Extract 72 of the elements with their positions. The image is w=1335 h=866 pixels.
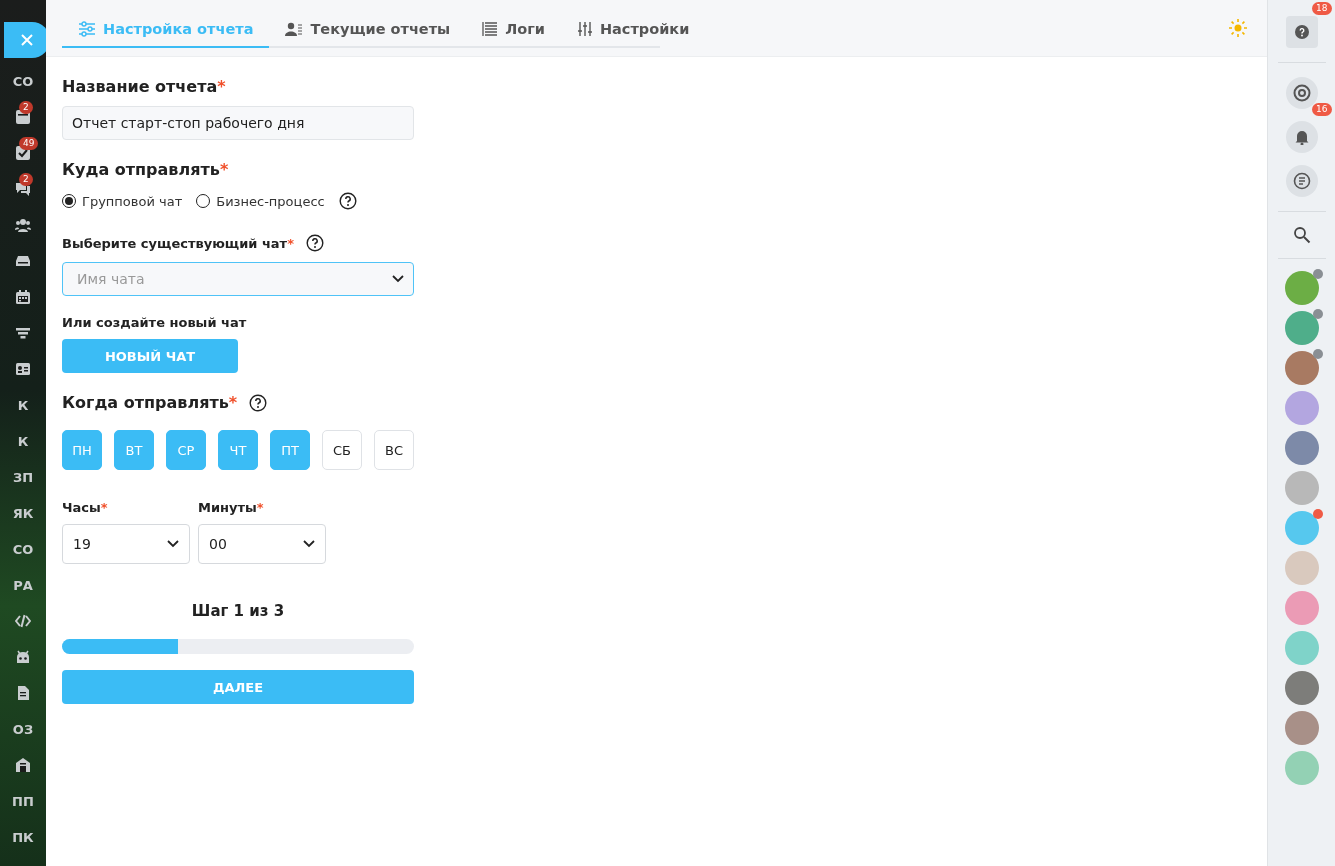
text-field[interactable]: Отчет старт-стоп рабочего дня xyxy=(62,106,414,140)
day-toggle[interactable]: СБ xyxy=(322,430,362,470)
people-icon[interactable] xyxy=(15,217,31,233)
swirl-icon xyxy=(1292,84,1311,102)
list-lines-icon xyxy=(482,21,499,37)
sidebar-item[interactable]: К xyxy=(17,433,29,449)
chevron-down-icon xyxy=(167,540,179,548)
field-label: Или создайте новый чат xyxy=(62,315,248,330)
help-icon[interactable] xyxy=(338,192,357,210)
user-list-icon xyxy=(285,21,304,37)
sidebar-item[interactable]: ЗП xyxy=(12,469,34,485)
select-value: 00 xyxy=(209,536,227,552)
tab[interactable]: Логи xyxy=(466,13,561,48)
sidebar-item[interactable]: К xyxy=(17,397,29,413)
count-badge: 16 xyxy=(1312,103,1332,116)
bell-icon xyxy=(1293,129,1310,145)
field-label: Когда отправлять* xyxy=(62,393,238,412)
step-indicator: Шаг 1 из 3 xyxy=(191,602,285,620)
tray-icon[interactable] xyxy=(15,253,31,269)
count-badge: 2 xyxy=(19,173,33,186)
chevron-down-icon xyxy=(392,275,404,283)
radio-option[interactable]: Групповой чат xyxy=(62,193,183,209)
calendar-icon[interactable] xyxy=(15,289,31,305)
sidebar-item[interactable]: СО xyxy=(12,73,34,89)
help-button[interactable] xyxy=(1285,16,1318,48)
close-icon xyxy=(21,34,33,46)
tab[interactable]: Настройки xyxy=(560,13,706,48)
copilot-button[interactable] xyxy=(1285,77,1318,109)
sidebar-item[interactable]: ЯК xyxy=(12,505,34,521)
funnel-icon[interactable] xyxy=(15,325,31,341)
radio-option[interactable]: Бизнес-процесс xyxy=(196,193,325,209)
tab[interactable]: Текущие отчеты xyxy=(269,13,467,48)
avatar[interactable] xyxy=(1284,511,1319,545)
select-value: 19 xyxy=(73,536,91,552)
minutes-select[interactable]: 00 xyxy=(198,524,326,564)
chat-list-icon xyxy=(1292,172,1311,190)
sidebar-item[interactable]: ОЗ xyxy=(12,721,34,737)
help-icon[interactable] xyxy=(305,234,324,252)
sidebar-item[interactable]: ПК xyxy=(12,829,34,845)
avatar[interactable] xyxy=(1284,671,1319,705)
document-icon[interactable] xyxy=(15,685,31,701)
equalizer-icon xyxy=(576,21,593,37)
field-label: Часы* xyxy=(62,500,109,515)
sliders-icon xyxy=(78,21,96,37)
count-badge: 2 xyxy=(19,101,33,114)
avatar[interactable] xyxy=(1284,711,1319,745)
avatar[interactable] xyxy=(1284,351,1319,385)
field-label: Куда отправлять* xyxy=(62,160,230,179)
avatar[interactable] xyxy=(1284,311,1319,345)
field-label: Название отчета* xyxy=(62,77,227,96)
chevron-down-icon xyxy=(303,540,315,548)
contact-card-icon[interactable] xyxy=(15,361,31,377)
field-label: Выберите существующий чат* xyxy=(62,235,294,251)
avatar[interactable] xyxy=(1284,431,1319,465)
help-icon xyxy=(1294,25,1309,39)
placeholder-text: Имя чата xyxy=(77,271,145,287)
robot-icon[interactable] xyxy=(15,649,31,665)
house-icon[interactable] xyxy=(15,757,31,773)
sidebar-item[interactable]: ПП xyxy=(12,793,34,809)
code-icon[interactable] xyxy=(15,613,31,629)
search-icon[interactable] xyxy=(1292,226,1311,244)
notifications-button[interactable] xyxy=(1285,121,1318,153)
messages-button[interactable] xyxy=(1285,165,1318,197)
hours-select[interactable]: 19 xyxy=(62,524,190,564)
help-icon[interactable] xyxy=(249,393,268,412)
count-badge: 49 xyxy=(19,137,39,150)
field-label: Минуты* xyxy=(198,500,265,515)
avatar[interactable] xyxy=(1284,271,1319,305)
day-toggle[interactable]: ВС xyxy=(374,430,414,470)
count-badge: 18 xyxy=(1312,2,1332,15)
sidebar-item[interactable]: СО xyxy=(12,541,34,557)
sidebar-item[interactable]: РА xyxy=(13,577,33,593)
